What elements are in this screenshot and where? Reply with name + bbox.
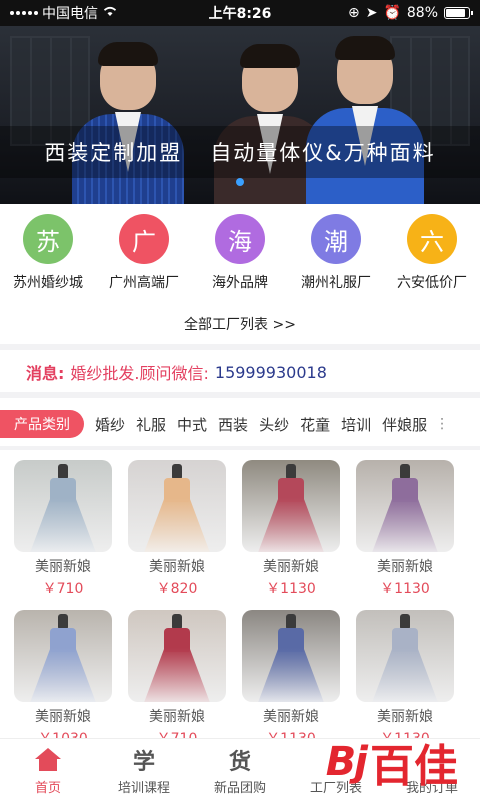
carousel-dots[interactable] [0,178,480,186]
product-card[interactable]: 美丽新娘 ￥1130 [234,460,348,598]
product-name: 美丽新娘 [377,709,433,725]
category-item[interactable]: 培训 [341,414,371,435]
category-item[interactable]: 伴娘服 [382,414,427,435]
factory-badge-icon: 潮 [311,214,361,264]
nav-item[interactable]: 首页 [0,739,96,800]
product-name: 美丽新娘 [377,559,433,575]
product-card[interactable]: 美丽新娘￥1030 [6,610,120,748]
watermark: Bj 百佳 [326,730,458,794]
battery-icon [444,7,473,19]
product-image[interactable] [128,610,226,702]
divider [0,446,480,450]
home-icon [35,745,61,775]
study-icon: 学 [132,750,155,775]
divider [0,392,480,398]
nav-item[interactable]: 货新品团购 [192,739,288,800]
promo-banner[interactable]: 西装定制加盟 自动量体仪&万种面料 [0,26,480,204]
factory-label: 六安低价厂 [397,275,467,291]
factory-item[interactable]: 苏苏州婚纱城 [2,214,94,294]
watermark-text: 百佳 [370,741,458,792]
factory-badge-icon: 海 [215,214,265,264]
product-grid: 美丽新娘￥710美丽新娘￥820美丽新娘￥1130美丽新娘￥1130美丽新娘￥1… [0,460,480,748]
all-factories-link[interactable]: 全部工厂列表 >> [0,314,480,334]
lock-rotation-icon: ⊕ [347,5,360,21]
factory-item[interactable]: 潮潮州礼服厂 [290,214,382,294]
battery-percent: 88% [406,5,438,21]
category-item[interactable]: 头纱 [259,414,289,435]
product-price: ￥710 [42,581,84,597]
product-card[interactable]: 美丽新娘￥710 [120,610,234,748]
factory-item[interactable]: 广广州高端厂 [98,214,190,294]
divider [0,344,480,350]
factory-item[interactable]: 六六安低价厂 [386,214,478,294]
nav-label: 首页 [34,781,61,796]
product-price: ￥820 [156,581,198,597]
product-image[interactable] [356,460,454,552]
product-price: ￥1130 [380,581,430,597]
status-bar: 中国电信 上午8:26 ⊕ ➤ ⏰ 88% [0,0,480,26]
factory-badge-icon: 六 [407,214,457,264]
factory-label: 广州高端厂 [109,275,179,291]
carrier-label: 中国电信 [42,6,98,22]
factory-label: 苏州婚纱城 [13,275,83,291]
location-icon: ➤ [365,5,378,21]
product-card[interactable]: 美丽新娘 ￥820 [120,460,234,598]
product-name: 美丽新娘 [263,709,319,725]
product-name: 美丽新娘 [149,709,205,725]
product-price: ￥1130 [266,581,316,597]
factory-shortcuts: 苏苏州婚纱城广广州高端厂海海外品牌潮潮州礼服厂六六安低价厂 [0,214,480,294]
category-bar: 产品类别 婚纱 礼服 中式 西装 头纱 花童 培训 伴娘服 ⋮ [0,409,480,439]
product-card[interactable]: 美丽新娘￥1130 [348,610,462,748]
product-image[interactable] [242,610,340,702]
status-time: 上午8:26 [208,6,272,22]
product-image[interactable] [356,610,454,702]
watermark-logo: Bj [325,739,368,785]
product-name: 美丽新娘 [263,559,319,575]
product-name: 美丽新娘 [35,559,91,575]
product-image[interactable] [242,460,340,552]
banner-caption-left: 西装定制加盟 [44,141,183,165]
factory-badge-icon: 广 [119,214,169,264]
more-categories-icon[interactable]: ⋮ [435,416,449,432]
battery-fill [446,9,466,17]
product-image[interactable] [128,460,226,552]
carousel-dot[interactable] [236,178,244,186]
nav-label: 新品团购 [213,781,266,796]
message-bar[interactable]: 消息: 婚纱批发.顾问微信: 15999930018 [26,360,327,384]
product-card[interactable]: 美丽新娘￥1130 [234,610,348,748]
banner-caption-right: 自动量体仪&万种面料 [210,141,436,165]
product-image[interactable] [14,460,112,552]
category-item[interactable]: 婚纱 [95,414,125,435]
category-item[interactable]: 礼服 [136,414,166,435]
product-card[interactable]: 美丽新娘 ￥1130 [348,460,462,598]
signal-icon [10,11,38,15]
product-image[interactable] [14,610,112,702]
app-root: 中国电信 上午8:26 ⊕ ➤ ⏰ 88% 西装定制加盟 自动量体仪&万种面料 … [0,0,480,800]
product-name: 美丽新娘 [35,709,91,725]
wechat-number[interactable]: 15999930018 [215,363,327,382]
nav-item[interactable]: 学培训课程 [96,739,192,800]
factory-item[interactable]: 海海外品牌 [194,214,286,294]
factory-badge-icon: 苏 [23,214,73,264]
message-title: 消息: [26,364,65,383]
category-item[interactable]: 花童 [300,414,330,435]
alarm-icon: ⏰ [383,5,401,21]
factory-label: 潮州礼服厂 [301,275,371,291]
factory-label: 海外品牌 [212,275,268,291]
wifi-icon [102,5,118,21]
product-card[interactable]: 美丽新娘 ￥710 [6,460,120,598]
nav-label: 培训课程 [117,781,170,796]
category-item[interactable]: 中式 [177,414,207,435]
product-name: 美丽新娘 [149,559,205,575]
message-text: 婚纱批发.顾问微信: [70,364,209,383]
category-item[interactable]: 西装 [218,414,248,435]
goods-icon: 货 [228,750,251,775]
banner-caption: 西装定制加盟 自动量体仪&万种面料 [0,126,480,178]
category-pill[interactable]: 产品类别 [0,410,84,438]
